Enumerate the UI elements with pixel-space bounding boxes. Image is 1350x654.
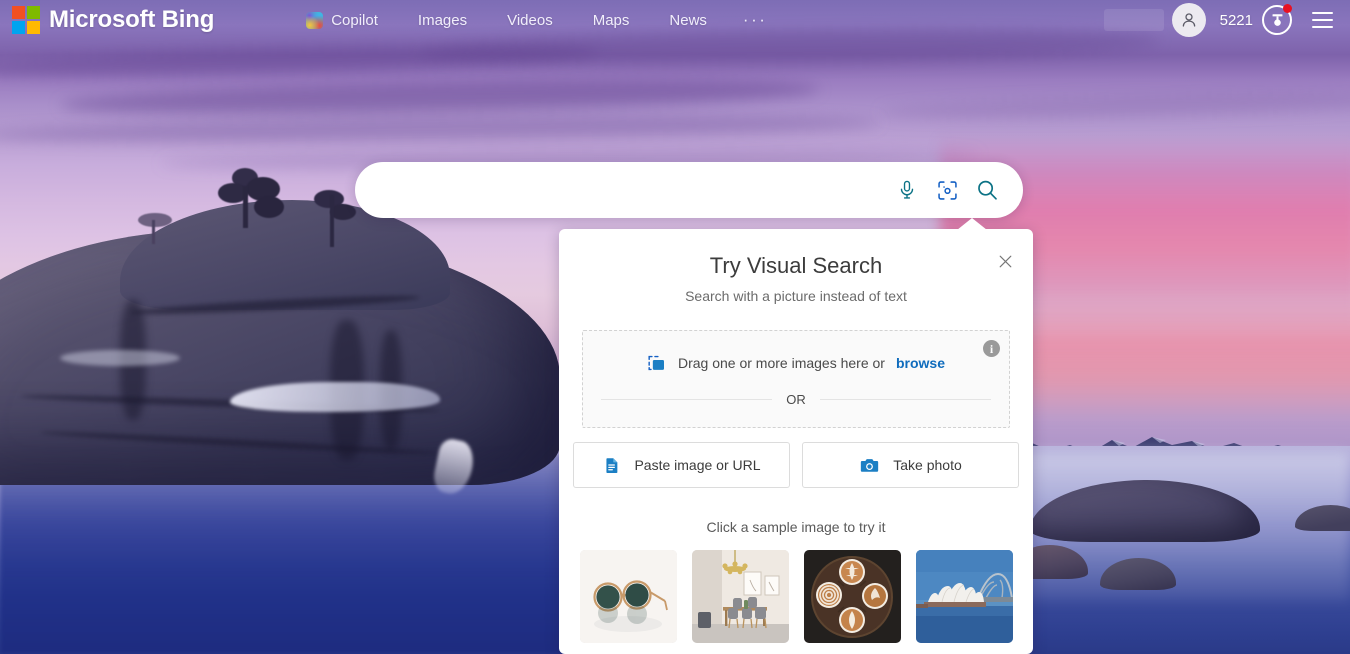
hamburger-menu-icon[interactable] — [1304, 2, 1340, 38]
rock-snow-patch — [60, 350, 180, 366]
nav-item-label: Maps — [592, 11, 630, 29]
main-nav: Copilot Images Videos Maps News ··· — [286, 0, 783, 40]
tree-trunk — [152, 220, 155, 244]
sample-image-sunglasses[interactable] — [579, 550, 677, 643]
close-icon — [999, 255, 1011, 267]
dining-room-thumbnail — [691, 550, 789, 643]
visual-search-lens-icon — [937, 180, 957, 200]
sunglasses-thumbnail — [579, 550, 677, 643]
drag-image-icon — [648, 355, 664, 371]
visual-search-button[interactable] — [933, 176, 961, 204]
nav-item-label: Videos — [507, 11, 553, 29]
dialog-subtitle: Search with a picture instead of text — [685, 288, 907, 304]
paste-document-icon — [606, 457, 618, 473]
paste-image-url-button[interactable]: Paste image or URL — [573, 442, 790, 488]
close-dialog-button[interactable] — [991, 247, 1019, 275]
browse-link[interactable]: browse — [896, 355, 945, 371]
bing-logo-link[interactable]: Microsoft Bing — [12, 6, 214, 34]
sample-image-sydney-opera-house[interactable] — [915, 550, 1013, 643]
sample-image-latte-art[interactable] — [803, 550, 901, 643]
dialog-action-buttons: Paste image or URL Take photo — [573, 442, 1019, 488]
search-bar — [355, 162, 1023, 218]
image-dropzone[interactable]: i Drag one or more images here or browse… — [582, 330, 1010, 428]
button-label: Paste image or URL — [634, 457, 761, 473]
search-magnifier-icon — [978, 180, 997, 200]
latte-art-thumbnail — [803, 550, 901, 643]
nav-item-news[interactable]: News — [649, 0, 727, 40]
dropzone-text: Drag one or more images here or — [677, 355, 885, 371]
take-photo-button[interactable]: Take photo — [802, 442, 1019, 488]
nav-item-maps[interactable]: Maps — [573, 0, 650, 40]
notification-dot — [1283, 4, 1292, 13]
copilot-icon — [306, 11, 324, 29]
nav-item-copilot[interactable]: Copilot — [286, 0, 398, 40]
nav-item-images[interactable]: Images — [398, 0, 487, 40]
microphone-icon — [900, 180, 914, 199]
nav-item-more[interactable]: ··· — [727, 0, 783, 40]
nav-item-label: Copilot — [331, 11, 378, 29]
user-avatar[interactable] — [1171, 3, 1206, 37]
medal-glyph — [1272, 13, 1282, 26]
user-avatar-icon — [1182, 13, 1195, 27]
more-icon: ··· — [742, 10, 768, 29]
nav-item-label: News — [669, 11, 707, 29]
or-divider: OR — [601, 392, 991, 407]
search-input[interactable] — [355, 162, 893, 218]
brand-name: Microsoft Bing — [49, 6, 215, 33]
rock-snow-patch — [230, 382, 440, 412]
tree-trunk — [330, 195, 334, 247]
bing-homepage: Microsoft Bing Copilot Images Videos Map… — [0, 0, 1350, 654]
rewards-button[interactable]: 5221 — [1219, 4, 1292, 35]
header-right-cluster: 5221 — [1103, 2, 1350, 38]
sample-images-row — [559, 550, 1033, 643]
pink-cloud-band — [1010, 300, 1350, 420]
search-actions — [893, 176, 1023, 204]
tree-trunk — [243, 186, 248, 228]
nav-item-videos[interactable]: Videos — [487, 0, 573, 40]
tree-foliage — [138, 213, 172, 227]
dialog-title: Try Visual Search — [709, 253, 883, 278]
microphone-button[interactable] — [893, 176, 921, 204]
sydney-opera-house-thumbnail — [915, 550, 1013, 643]
tree-foliage — [254, 196, 284, 218]
camera-icon — [861, 458, 879, 472]
search-submit-button[interactable] — [973, 176, 1001, 204]
rewards-medal-icon — [1262, 4, 1292, 35]
microsoft-logo-icon — [12, 6, 40, 34]
top-navigation-bar: Microsoft Bing Copilot Images Videos Map… — [0, 0, 1350, 40]
sample-image-dining-room[interactable] — [691, 550, 789, 643]
dialog-pointer-arrow — [957, 218, 987, 230]
header-placeholder — [1103, 9, 1164, 31]
visual-search-dialog: Try Visual Search Search with a picture … — [559, 218, 1033, 654]
button-label: Take photo — [893, 457, 962, 473]
dropzone-row: Drag one or more images here or browse — [583, 353, 1009, 373]
info-icon[interactable]: i — [983, 340, 1000, 357]
samples-label: Click a sample image to try it — [706, 519, 886, 535]
rewards-points-count: 5221 — [1219, 11, 1253, 29]
nav-item-label: Images — [417, 11, 468, 29]
